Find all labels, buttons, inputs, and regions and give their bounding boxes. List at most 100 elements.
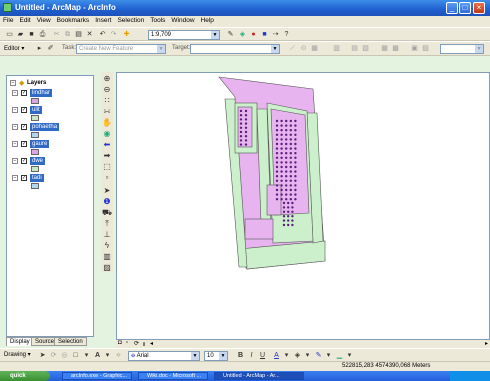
- minimize-button[interactable]: _: [446, 2, 458, 14]
- layout-view-icon[interactable]: ▫: [126, 340, 128, 346]
- paste-icon[interactable]: ▤: [74, 30, 83, 39]
- new-icon[interactable]: ▭: [5, 30, 14, 39]
- layers-root[interactable]: − ◆ Layers: [7, 79, 93, 88]
- layer-name[interactable]: tadi: [30, 174, 44, 182]
- zoom-out-icon[interactable]: ⊖: [102, 85, 112, 95]
- identify-icon[interactable]: ❶: [102, 197, 112, 207]
- table-icon[interactable]: ▦: [380, 44, 389, 53]
- text-icon[interactable]: A: [93, 351, 102, 360]
- back-extent-icon[interactable]: ⬅: [102, 140, 112, 150]
- toc-layer-row[interactable]: − ✓ pohaetha: [7, 123, 93, 132]
- chevron-down-icon[interactable]: ▼: [219, 352, 227, 360]
- select-features-icon[interactable]: ⬚: [102, 162, 112, 172]
- toc-layer-row[interactable]: − ✓ lindhar: [7, 89, 93, 98]
- menu-window[interactable]: Window: [168, 16, 197, 25]
- menu-view[interactable]: View: [34, 16, 54, 25]
- menu-edit[interactable]: Edit: [16, 16, 33, 25]
- layer-visibility-checkbox[interactable]: ✓: [21, 107, 27, 113]
- full-extent-icon[interactable]: ◉: [102, 129, 112, 139]
- time-slider-icon[interactable]: ▨: [102, 263, 112, 273]
- layer-symbol-swatch[interactable]: [31, 149, 39, 155]
- collapse-icon[interactable]: −: [12, 107, 18, 113]
- tab-selection[interactable]: Selection: [54, 337, 87, 346]
- drawing-menu[interactable]: Drawing ▾: [4, 351, 31, 358]
- cut-icon[interactable]: ✂: [52, 30, 61, 39]
- toc-layer-row[interactable]: − ✓ gaure: [7, 140, 93, 149]
- marker-color-icon[interactable]: ▁: [335, 351, 344, 360]
- layer-name[interactable]: gaure: [30, 140, 50, 148]
- rotate-icon[interactable]: ⟳: [49, 351, 58, 360]
- font-combo[interactable]: ꝋ Arial ▼: [128, 351, 200, 361]
- layer-symbol-swatch[interactable]: [31, 132, 39, 138]
- command-line-icon[interactable]: ■: [260, 30, 269, 39]
- underline-icon[interactable]: U: [258, 351, 267, 360]
- layer-visibility-checkbox[interactable]: ✓: [21, 141, 27, 147]
- zoom-whole-page-icon[interactable]: ◎: [60, 351, 69, 360]
- fill-color-icon[interactable]: ◈: [293, 351, 302, 360]
- hyperlink-icon[interactable]: ϟ: [102, 241, 112, 251]
- font-size-combo[interactable]: 10 ▼: [204, 351, 228, 361]
- layer-visibility-checkbox[interactable]: ✓: [21, 158, 27, 164]
- scale-combo[interactable]: 1:9,709 ▼: [148, 30, 220, 40]
- layer-symbol-swatch[interactable]: [31, 98, 39, 104]
- start-button[interactable]: quick: [0, 371, 50, 381]
- collapse-icon[interactable]: −: [12, 175, 18, 181]
- menu-selection[interactable]: Selection: [114, 16, 147, 25]
- rectangle-icon[interactable]: □: [71, 351, 80, 360]
- html-popup-icon[interactable]: ▥: [102, 252, 112, 262]
- attributes-icon[interactable]: ▦: [310, 44, 319, 53]
- measure-icon[interactable]: ⊥: [102, 230, 112, 240]
- collapse-icon[interactable]: −: [12, 90, 18, 96]
- topology-icon[interactable]: ▥: [332, 44, 341, 53]
- editor-toolbar-icon[interactable]: ✎: [226, 30, 235, 39]
- layer-visibility-checkbox[interactable]: ✓: [21, 90, 27, 96]
- font-color-icon[interactable]: A: [272, 351, 281, 360]
- rectangle-dropdown-icon[interactable]: ▾: [82, 351, 91, 360]
- marker-color-dropdown-icon[interactable]: ▾: [345, 351, 354, 360]
- clear-selection-icon[interactable]: ▫: [102, 173, 112, 183]
- add-data-icon[interactable]: ✚: [122, 30, 131, 39]
- layer-visibility-checkbox[interactable]: ✓: [21, 175, 27, 181]
- line-color-dropdown-icon[interactable]: ▾: [324, 351, 333, 360]
- pause-icon[interactable]: ॥: [142, 340, 146, 348]
- italic-icon[interactable]: I: [247, 351, 256, 360]
- collapse-icon[interactable]: −: [12, 158, 18, 164]
- toc-layer-row[interactable]: − ✓ tadi: [7, 174, 93, 183]
- pan-icon[interactable]: ✋: [102, 118, 112, 128]
- text-dropdown-icon[interactable]: ▾: [103, 351, 112, 360]
- model-builder-icon[interactable]: ⇢: [271, 30, 280, 39]
- print-icon[interactable]: ⎙: [38, 30, 47, 39]
- chevron-down-icon[interactable]: ▼: [475, 45, 483, 53]
- fill-color-dropdown-icon[interactable]: ▾: [303, 351, 312, 360]
- layer-name[interactable]: lindhar: [30, 89, 53, 97]
- menu-help[interactable]: Help: [198, 16, 217, 25]
- edit-tool-icon[interactable]: ▸: [35, 44, 44, 53]
- toc-layer-row[interactable]: − ✓ ulit: [7, 106, 93, 115]
- open-icon[interactable]: ▰: [16, 30, 25, 39]
- data-view-icon[interactable]: ◘: [118, 340, 122, 346]
- chevron-down-icon[interactable]: ▼: [157, 45, 165, 53]
- copy-icon[interactable]: ⧉: [63, 30, 72, 39]
- collapse-icon[interactable]: −: [12, 124, 18, 130]
- graph-icon[interactable]: ▧: [361, 44, 370, 53]
- map-canvas[interactable]: [117, 73, 489, 339]
- taskbar-item-word[interactable]: Wiki.doc - Microsoft ...: [138, 372, 208, 380]
- line-color-icon[interactable]: ✎: [314, 351, 323, 360]
- chevron-down-icon[interactable]: ▼: [191, 352, 199, 360]
- layer-name[interactable]: dwe: [30, 157, 46, 165]
- grid-icon[interactable]: ▩: [391, 44, 400, 53]
- render-icon[interactable]: ▨: [421, 44, 430, 53]
- chevron-down-icon[interactable]: ▼: [271, 45, 279, 53]
- layer-name[interactable]: ulit: [30, 106, 42, 114]
- layer-symbol-swatch[interactable]: [31, 166, 39, 172]
- select-elements-icon[interactable]: ➤: [38, 351, 47, 360]
- edit-vertices-icon[interactable]: ⟡: [114, 351, 123, 360]
- arctoolbox-icon[interactable]: ●: [249, 30, 258, 39]
- layer-name[interactable]: pohaetha: [30, 123, 60, 131]
- target-combo[interactable]: ▼: [190, 44, 280, 54]
- zoom-combo[interactable]: ▼: [440, 44, 484, 54]
- forward-extent-icon[interactable]: ➡: [102, 151, 112, 161]
- menu-bookmarks[interactable]: Bookmarks: [54, 16, 93, 25]
- layout-icon[interactable]: ▤: [350, 44, 359, 53]
- sketch-tool-icon[interactable]: ✐: [46, 44, 55, 53]
